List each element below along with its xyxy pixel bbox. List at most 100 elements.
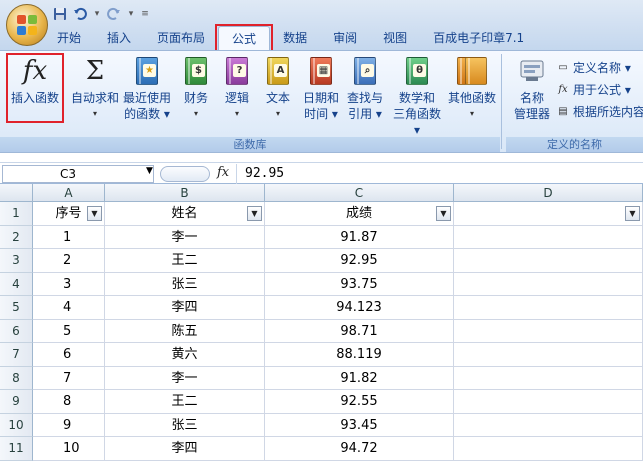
cell-name[interactable]: 张三 — [105, 413, 265, 437]
row-header[interactable]: 5 — [0, 296, 33, 320]
more-functions-button[interactable]: 其他函数 ▾ — [446, 55, 498, 122]
cell-empty[interactable] — [454, 343, 643, 367]
cell-index[interactable]: 10 — [33, 437, 105, 461]
cell-empty[interactable] — [454, 390, 643, 414]
row-header[interactable]: 11 — [0, 437, 33, 461]
filter-dropdown-icon[interactable]: ▼ — [436, 206, 451, 221]
autosum-button[interactable]: Σ 自动求和 ▾ — [70, 55, 120, 122]
name-box[interactable]: C3 — [2, 165, 154, 183]
define-name-button[interactable]: ▭ 定义名称 ▾ — [556, 58, 631, 76]
cell-index[interactable]: 8 — [33, 390, 105, 414]
cell-score[interactable]: 98.71 — [265, 319, 454, 343]
text-functions-button[interactable]: A 文本 ▾ — [258, 55, 298, 122]
redo-icon[interactable] — [106, 6, 122, 22]
cell-empty[interactable] — [454, 249, 643, 273]
undo-dropdown-icon[interactable]: ▾ — [92, 9, 102, 19]
redo-dropdown-icon[interactable]: ▾ — [126, 9, 136, 19]
column-header-a[interactable]: A — [33, 184, 105, 202]
cell-score[interactable]: 94.123 — [265, 296, 454, 320]
row-header[interactable]: 6 — [0, 319, 33, 343]
tab-e-seal[interactable]: 百成电子印章7.1 — [420, 26, 537, 50]
create-from-selection-button[interactable]: ▤ 根据所选内容 — [556, 102, 643, 120]
cell-index[interactable]: 4 — [33, 296, 105, 320]
tab-formulas[interactable]: 公式 — [215, 24, 274, 52]
cell-name[interactable]: 李一 — [105, 366, 265, 390]
math-trig-button[interactable]: θ 数学和 三角函数 ▾ — [390, 55, 444, 138]
cell-empty[interactable] — [454, 366, 643, 390]
row-header[interactable]: 4 — [0, 272, 33, 296]
name-manager-button[interactable]: 名称 管理器 — [510, 55, 554, 122]
customize-qat-icon[interactable]: ≡ — [140, 9, 150, 19]
select-all-corner[interactable] — [0, 184, 33, 202]
column-header-c[interactable]: C — [265, 184, 454, 202]
row-header[interactable]: 7 — [0, 343, 33, 367]
use-in-formula-button[interactable]: fx 用于公式 ▾ — [556, 80, 631, 98]
cell-score[interactable]: 88.119 — [265, 343, 454, 367]
tab-data[interactable]: 数据 — [270, 26, 320, 50]
cell-index[interactable]: 2 — [33, 249, 105, 273]
column-header-d[interactable]: D — [454, 184, 643, 202]
cell-score[interactable]: 91.82 — [265, 366, 454, 390]
row-header[interactable]: 10 — [0, 413, 33, 437]
cell-name[interactable]: 李四 — [105, 437, 265, 461]
tab-page-layout[interactable]: 页面布局 — [144, 26, 218, 50]
cell-index[interactable]: 3 — [33, 272, 105, 296]
filter-dropdown-icon[interactable]: ▼ — [87, 206, 102, 221]
cell-empty[interactable] — [454, 225, 643, 249]
cell-score[interactable]: 93.45 — [265, 413, 454, 437]
cell-name[interactable]: 李一 — [105, 225, 265, 249]
logical-button[interactable]: ? 逻辑 ▾ — [217, 55, 257, 122]
cell-index[interactable]: 1 — [33, 225, 105, 249]
name-box-dropdown-icon[interactable]: ▼ — [146, 166, 153, 176]
cell-index[interactable]: 9 — [33, 413, 105, 437]
cell-score[interactable]: 93.75 — [265, 272, 454, 296]
cell-name[interactable]: 王二 — [105, 390, 265, 414]
financial-button[interactable]: $ 财务 ▾ — [176, 55, 216, 122]
header-cell-name[interactable]: 姓名 ▼ — [105, 202, 265, 226]
cell-name[interactable]: 王二 — [105, 249, 265, 273]
table-row: 8 王二 92.55 — [33, 390, 643, 414]
header-cell-index[interactable]: 序号 ▼ — [33, 202, 105, 226]
cell-empty[interactable] — [454, 272, 643, 296]
row-header[interactable]: 2 — [0, 225, 33, 249]
save-icon[interactable] — [52, 6, 68, 22]
date-time-button[interactable]: ▦ 日期和 时间 ▾ — [300, 55, 342, 122]
tab-view[interactable]: 视图 — [370, 26, 420, 50]
tab-home[interactable]: 开始 — [44, 26, 94, 50]
cell-score[interactable]: 92.55 — [265, 390, 454, 414]
cell-index[interactable]: 6 — [33, 343, 105, 367]
cell-name[interactable]: 张三 — [105, 272, 265, 296]
cell-score[interactable]: 94.72 — [265, 437, 454, 461]
header-cell-score[interactable]: 成绩 ▼ — [265, 202, 454, 226]
tab-insert[interactable]: 插入 — [94, 26, 144, 50]
formula-bar-expand-handle[interactable] — [160, 166, 210, 182]
cell-empty[interactable] — [454, 437, 643, 461]
filter-dropdown-icon[interactable]: ▼ — [247, 206, 262, 221]
table-row: 4 李四 94.123 — [33, 296, 643, 320]
insert-function-button[interactable]: fx 插入函数 — [6, 53, 64, 123]
formula-input[interactable]: 92.95 — [236, 164, 641, 184]
lookup-reference-button[interactable]: ⌕ 查找与 引用 ▾ — [343, 55, 387, 122]
filter-dropdown-icon[interactable]: ▼ — [625, 206, 640, 221]
cell-name[interactable]: 李四 — [105, 296, 265, 320]
row-header[interactable]: 1 — [0, 202, 33, 226]
header-cell-d[interactable]: ▼ — [454, 202, 643, 226]
cell-index[interactable]: 5 — [33, 319, 105, 343]
cell-score[interactable]: 92.95 — [265, 249, 454, 273]
row-header[interactable]: 3 — [0, 249, 33, 273]
cell-empty[interactable] — [454, 296, 643, 320]
column-header-b[interactable]: B — [105, 184, 265, 202]
row-header[interactable]: 9 — [0, 390, 33, 414]
cell-score[interactable]: 91.87 — [265, 225, 454, 249]
tab-review[interactable]: 审阅 — [320, 26, 370, 50]
cell-empty[interactable] — [454, 319, 643, 343]
cell-empty[interactable] — [454, 413, 643, 437]
office-button[interactable] — [6, 4, 48, 46]
row-header[interactable]: 8 — [0, 366, 33, 390]
cell-name[interactable]: 黄六 — [105, 343, 265, 367]
recent-functions-button[interactable]: ★ 最近使用 的函数 ▾ — [121, 55, 173, 122]
cell-index[interactable]: 7 — [33, 366, 105, 390]
insert-function-fx-icon[interactable]: fx — [217, 165, 229, 180]
cell-name[interactable]: 陈五 — [105, 319, 265, 343]
undo-icon[interactable] — [72, 6, 88, 22]
